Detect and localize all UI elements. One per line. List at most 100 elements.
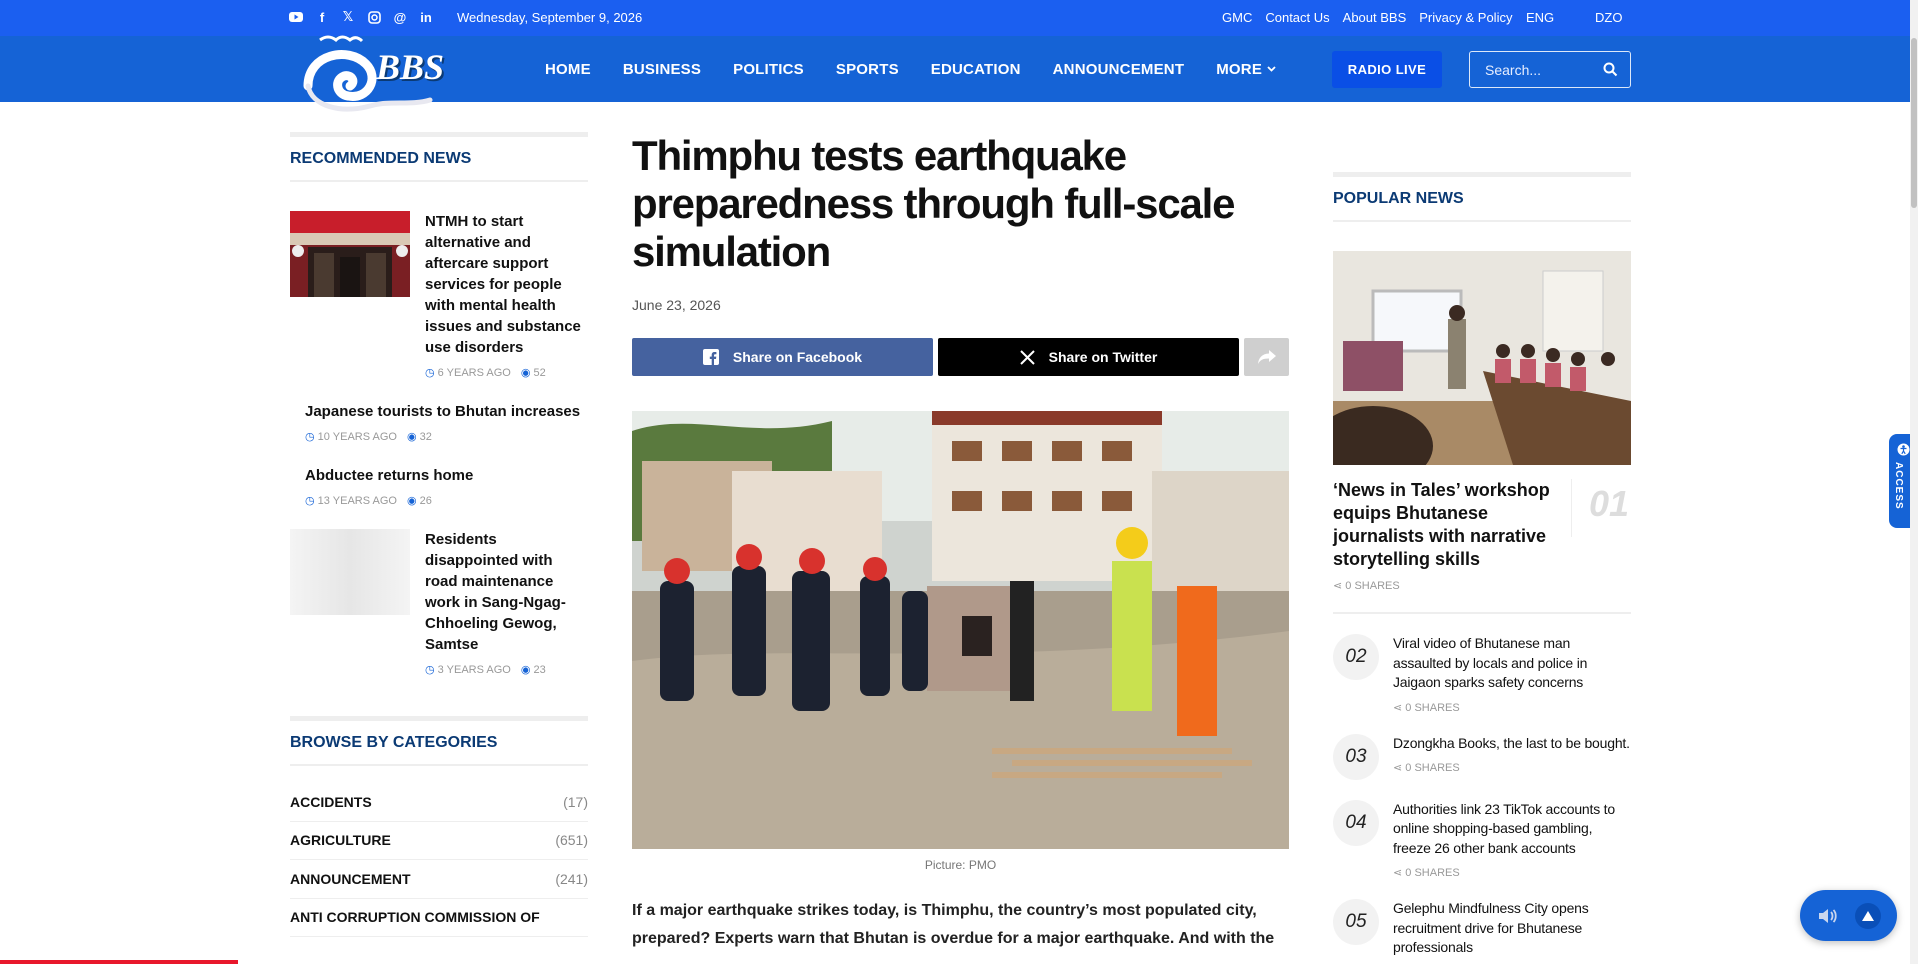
search-icon[interactable] [1603, 62, 1618, 77]
shares-count: 0 SHARES [1405, 867, 1460, 879]
eye-icon: ◉ [520, 664, 531, 676]
scrollbar-thumb[interactable] [1911, 38, 1917, 208]
nav-business[interactable]: BUSINESS [623, 61, 701, 78]
popular-item[interactable]: 02 Viral video of Bhutanese man assaulte… [1333, 634, 1631, 714]
item-age: 3 YEARS AGO [437, 664, 511, 676]
category-name: ANTI CORRUPTION COMMISSION OF [290, 909, 540, 926]
scroll-top-button[interactable] [1854, 902, 1881, 929]
popular-shares: ⋖ 0 SHARES [1393, 866, 1631, 879]
placeholder-thumbnail[interactable] [290, 529, 410, 615]
clock-icon: ◷ [305, 431, 315, 443]
category-name: ACCIDENTS [290, 793, 372, 810]
gmc-link[interactable]: GMC [1222, 10, 1252, 25]
article-headline: Thimphu tests earthquake preparedness th… [632, 132, 1235, 275]
main-header: HOME BUSINESS POLITICS SPORTS EDUCATION … [0, 36, 1918, 102]
popular-main-item[interactable]: ‘News in Tales’ workshop equips Bhutanes… [1333, 479, 1631, 614]
item-views: 32 [419, 431, 432, 443]
popular-item[interactable]: 05 Gelephu Mindfulness City opens recrui… [1333, 899, 1631, 958]
popular-headline[interactable]: Gelephu Mindfulness City opens recruitme… [1393, 899, 1631, 958]
lang-dzo-link[interactable]: DZO [1595, 10, 1622, 25]
nav-announcement[interactable]: ANNOUNCEMENT [1053, 61, 1185, 78]
item-views: 26 [419, 495, 432, 507]
popular-headline[interactable]: Authorities link 23 TikTok accounts to o… [1393, 800, 1631, 859]
rank-badge: 03 [1333, 733, 1379, 780]
clock-icon: ◷ [425, 664, 435, 676]
image-caption: Picture: PMO [924, 858, 997, 872]
popular-shares: ⋖ 0 SHARES [1393, 701, 1631, 714]
popular-headline[interactable]: Dzongkha Books, the last to be bought. [1393, 734, 1630, 754]
chevron-down-icon [1267, 66, 1276, 72]
top-links: GMC Contact Us About BBS Privacy & Polic… [1222, 10, 1512, 25]
share-facebook-label: Share on Facebook [732, 349, 863, 365]
category-name: ANNOUNCEMENT [290, 870, 411, 887]
search-input[interactable] [1485, 61, 1595, 78]
current-date: Wednesday, September 9, 2026 [457, 10, 643, 25]
lang-eng-link[interactable]: ENG [1526, 10, 1554, 25]
category-agriculture[interactable]: AGRICULTURE (651) [290, 822, 588, 860]
popular-item[interactable]: 04 Authorities link 23 TikTok accounts t… [1333, 799, 1631, 879]
list-item[interactable]: Abductee returns home ◷ 13 YEARS AGO ◉ 26 [290, 465, 588, 507]
category-anti-corruption[interactable]: ANTI CORRUPTION COMMISSION OF [290, 899, 588, 937]
popular-item[interactable]: 03 Dzongkha Books, the last to be bought… [1333, 733, 1631, 780]
nav-politics[interactable]: POLITICS [733, 61, 804, 78]
logo-text: BBS [376, 47, 445, 87]
x-icon [1019, 349, 1035, 365]
share-more-button[interactable] [1244, 338, 1289, 376]
list-item[interactable]: Residents disappointed with road mainten… [290, 529, 588, 676]
share-icon: ⋖ [1333, 580, 1343, 592]
share-arrow-icon [1257, 350, 1276, 364]
ntmh-thumbnail[interactable] [290, 211, 410, 297]
popular-headline[interactable]: Viral video of Bhutanese man assaulted b… [1393, 634, 1631, 693]
search-box [1469, 51, 1631, 88]
categories-title: BROWSE BY CATEGORIES [290, 716, 588, 766]
youtube-icon[interactable] [288, 9, 304, 25]
popular-main-headline[interactable]: ‘News in Tales’ workshop equips Bhutanes… [1333, 479, 1561, 571]
eye-icon: ◉ [406, 495, 417, 507]
article-lead-paragraph: If a major earthquake strikes today, is … [632, 902, 1275, 947]
accessibility-label: ACCESS [1893, 462, 1904, 510]
nav-more[interactable]: MORE [1216, 61, 1276, 78]
linkedin-icon[interactable]: in [418, 9, 434, 25]
accessibility-icon [1897, 443, 1910, 456]
speaker-icon[interactable] [1817, 907, 1839, 925]
popular-title: POPULAR NEWS [1333, 172, 1631, 222]
about-bbs-link[interactable]: About BBS [1343, 10, 1407, 25]
category-accidents[interactable]: ACCIDENTS (17) [290, 783, 588, 822]
recommended-headline[interactable]: Residents disappointed with road mainten… [425, 529, 588, 655]
item-age: 10 YEARS AGO [317, 431, 397, 443]
share-twitter-button[interactable]: Share on Twitter [938, 338, 1239, 376]
radio-live-button[interactable]: RADIO LIVE [1332, 51, 1442, 88]
nav-sports[interactable]: SPORTS [836, 61, 899, 78]
x-icon[interactable]: 𝕏 [340, 9, 356, 25]
recommended-headline[interactable]: NTMH to start alternative and aftercare … [425, 211, 588, 358]
popular-main-image[interactable] [1313, 251, 1631, 486]
nav-home[interactable]: HOME [545, 61, 591, 78]
popular-main-shares: ⋖ 0 SHARES [1333, 579, 1561, 592]
shares-count: 0 SHARES [1405, 701, 1460, 714]
recommended-headline[interactable]: Abductee returns home [305, 465, 588, 486]
main-nav: HOME BUSINESS POLITICS SPORTS EDUCATION … [545, 36, 1276, 102]
share-facebook-button[interactable]: Share on Facebook [632, 338, 933, 376]
facebook-icon[interactable]: f [314, 9, 330, 25]
item-meta: ◷ 6 YEARS AGO ◉ 52 [425, 366, 588, 379]
article-hero-image [632, 411, 1289, 849]
privacy-policy-link[interactable]: Privacy & Policy [1419, 10, 1512, 25]
threads-icon[interactable]: @ [392, 9, 408, 25]
shares-count: 0 SHARES [1345, 580, 1400, 592]
instagram-icon[interactable] [366, 9, 382, 25]
list-item[interactable]: NTMH to start alternative and aftercare … [290, 211, 588, 379]
bbs-logo[interactable]: BBS [300, 34, 466, 116]
eye-icon: ◉ [520, 367, 531, 379]
category-announcement[interactable]: ANNOUNCEMENT (241) [290, 860, 588, 899]
item-views: 23 [533, 664, 546, 676]
clock-icon: ◷ [425, 367, 435, 379]
audio-widget [1800, 890, 1897, 941]
shares-count: 0 SHARES [1405, 762, 1460, 774]
contact-us-link[interactable]: Contact Us [1265, 10, 1329, 25]
item-age: 6 YEARS AGO [437, 367, 511, 379]
nav-education[interactable]: EDUCATION [931, 61, 1021, 78]
rank-badge: 05 [1333, 899, 1379, 945]
rank-badge: 04 [1333, 799, 1379, 846]
recommended-headline[interactable]: Japanese tourists to Bhutan increases [305, 401, 588, 422]
list-item[interactable]: Japanese tourists to Bhutan increases ◷ … [290, 401, 588, 443]
